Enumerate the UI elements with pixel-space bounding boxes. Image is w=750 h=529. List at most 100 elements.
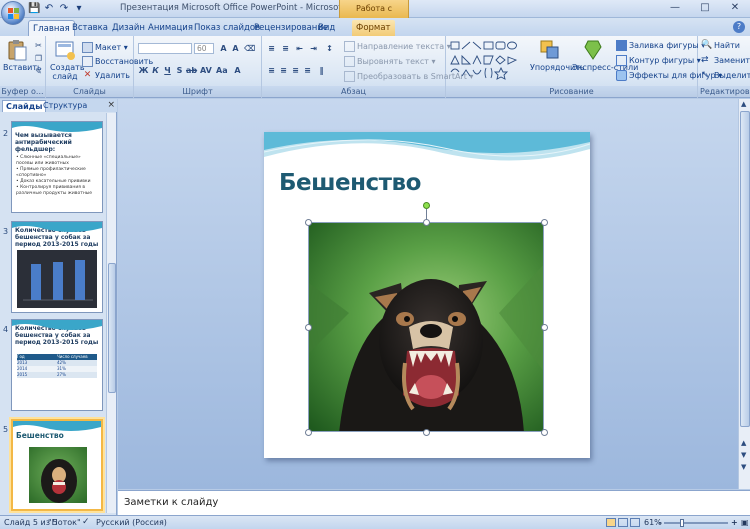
cut-icon[interactable]: ✂ — [33, 40, 44, 51]
resize-handle-bottom[interactable] — [423, 429, 430, 436]
font-name-combo[interactable] — [138, 43, 192, 54]
font-size-combo[interactable]: 60 — [194, 43, 214, 54]
scroll-down-icon[interactable]: ▼ — [741, 451, 746, 459]
align-center-icon[interactable]: ≡ — [278, 65, 289, 76]
slide-thumbnail-2[interactable]: Чем вызывается антирабический фельдшер: … — [11, 121, 103, 213]
notes-placeholder[interactable]: Заметки к слайду — [124, 497, 218, 508]
font-color-icon[interactable]: A — [232, 65, 243, 76]
zoom-out-icon[interactable]: – — [658, 518, 662, 527]
shrink-font-icon[interactable]: A — [230, 43, 241, 54]
text-direction-button[interactable]: Направление текста ▾ — [344, 41, 451, 52]
notes-pane[interactable]: Заметки к слайду — [118, 490, 750, 515]
zoom-slider[interactable] — [664, 522, 728, 524]
numbering-icon[interactable]: ≡ — [280, 43, 291, 54]
slide-thumbnail-3[interactable]: Количество случаев бешенства у собак за … — [11, 221, 103, 313]
resize-handle-top[interactable] — [423, 219, 430, 226]
panel-tabs: Слайды Структура × — [0, 99, 117, 112]
increase-indent-icon[interactable]: ⇥ — [308, 43, 319, 54]
close-panel-icon[interactable]: × — [107, 100, 115, 110]
close-icon[interactable]: ✕ — [720, 0, 750, 16]
resize-handle-left[interactable] — [305, 324, 312, 331]
minimize-icon[interactable]: — — [660, 0, 690, 16]
resize-handle-top-right[interactable] — [541, 219, 548, 226]
bold-icon[interactable]: Ж — [138, 65, 149, 76]
find-button[interactable]: 🔍 Найти — [701, 40, 740, 51]
language-indicator[interactable]: Русский (Россия) — [96, 518, 167, 527]
resize-handle-top-left[interactable] — [305, 219, 312, 226]
justify-icon[interactable]: ≡ — [302, 65, 313, 76]
tab-animations[interactable]: Анимация — [144, 20, 197, 36]
line-spacing-icon[interactable]: ↕ — [324, 43, 335, 54]
fit-window-icon[interactable]: ▣ — [741, 518, 749, 527]
slide-scroll-thumb[interactable] — [740, 111, 750, 427]
paste-button[interactable]: Вставить — [3, 39, 42, 72]
rotate-handle[interactable] — [423, 202, 430, 209]
slide-sorter-view-icon[interactable] — [618, 518, 628, 527]
tab-insert[interactable]: Вставка — [68, 20, 112, 36]
select-button[interactable]: ↖ Выделить — [701, 70, 750, 81]
resize-handle-bottom-left[interactable] — [305, 429, 312, 436]
clear-format-icon[interactable]: ⌫ — [244, 43, 255, 54]
replace-button[interactable]: ⇄ Заменить — [701, 55, 750, 66]
shape-fill-icon — [616, 40, 627, 51]
align-text-button[interactable]: Выровнять текст ▾ — [344, 56, 436, 67]
delete-slide-button[interactable]: ✕ Удалить — [82, 70, 130, 81]
scroll-up-icon[interactable]: ▲ — [741, 100, 746, 108]
shape-outline-label: Контур фигуры — [629, 56, 695, 65]
zoom-in-icon[interactable]: + — [731, 518, 738, 527]
slide-canvas[interactable]: Бешенство — [264, 132, 590, 458]
shape-outline-button[interactable]: Контур фигуры ▾ — [616, 55, 701, 66]
char-spacing-icon[interactable]: AV — [200, 65, 212, 76]
spellcheck-icon[interactable]: ✓ — [82, 517, 90, 527]
zoom-slider-thumb[interactable] — [680, 519, 685, 527]
tab-outline-panel[interactable]: Структура — [40, 100, 90, 112]
thumbnail-wave — [13, 421, 101, 431]
redo-icon[interactable]: ↷ — [58, 3, 70, 15]
italic-icon[interactable]: К — [150, 65, 161, 76]
slide-thumbnail-5[interactable]: Бешенство — [11, 419, 103, 511]
tab-view[interactable]: Вид — [314, 20, 339, 36]
slide-thumbnail-4[interactable]: Количество случаев бешенства у собак за … — [11, 319, 103, 411]
strikethrough-icon[interactable]: ab — [186, 65, 197, 76]
change-case-icon[interactable]: Aa — [216, 65, 228, 76]
thumbnail-scroll-thumb[interactable] — [108, 263, 116, 393]
underline-icon[interactable]: Ч — [162, 65, 173, 76]
format-painter-icon[interactable]: ✎ — [33, 66, 44, 77]
align-right-icon[interactable]: ≡ — [290, 65, 301, 76]
layout-button[interactable]: Макет ▾ — [82, 42, 128, 53]
tab-design[interactable]: Дизайн — [108, 20, 149, 36]
thumbnail-dog-photo — [29, 447, 87, 503]
slide-title[interactable]: Бешенство — [279, 170, 421, 196]
layout-icon — [82, 42, 93, 53]
resize-handle-right[interactable] — [541, 324, 548, 331]
bullets-icon[interactable]: ≡ — [266, 43, 277, 54]
shapes-gallery[interactable] — [450, 40, 526, 80]
resize-handle-bottom-right[interactable] — [541, 429, 548, 436]
normal-view-icon[interactable] — [606, 518, 616, 527]
office-button[interactable] — [1, 1, 25, 25]
maximize-icon[interactable]: □ — [690, 0, 720, 16]
prev-slide-icon[interactable]: ▲ — [741, 439, 746, 447]
shadow-icon[interactable]: S — [174, 65, 185, 76]
slide-scrollbar[interactable]: ▲ ▲ ▼ ▼ — [738, 99, 750, 489]
theme-name[interactable]: "Поток" — [48, 518, 81, 527]
save-icon[interactable]: 💾 — [28, 3, 40, 15]
grow-font-icon[interactable]: A — [218, 43, 229, 54]
paragraph-group-label: Абзац — [262, 86, 445, 97]
thumbnail-scrollbar[interactable] — [106, 113, 116, 513]
help-icon[interactable]: ? — [733, 21, 745, 33]
slideshow-view-icon[interactable] — [630, 518, 640, 527]
new-slide-button[interactable]: Создать слайд — [50, 39, 85, 81]
shape-fill-button[interactable]: Заливка фигуры ▾ — [616, 40, 705, 51]
columns-icon[interactable]: ‖ — [316, 65, 327, 76]
align-left-icon[interactable]: ≡ — [266, 65, 277, 76]
next-slide-icon[interactable]: ▼ — [741, 463, 746, 471]
quick-styles-button[interactable]: Экспресс-стили — [572, 39, 638, 72]
arrange-button[interactable]: Упорядочить — [530, 39, 585, 72]
copy-icon[interactable]: ❐ — [33, 53, 44, 64]
slide-picture[interactable] — [308, 222, 544, 432]
tab-format[interactable]: Формат — [352, 20, 395, 36]
customize-qat-icon[interactable]: ▾ — [73, 3, 85, 15]
undo-icon[interactable]: ↶ — [43, 3, 55, 15]
decrease-indent-icon[interactable]: ⇤ — [294, 43, 305, 54]
